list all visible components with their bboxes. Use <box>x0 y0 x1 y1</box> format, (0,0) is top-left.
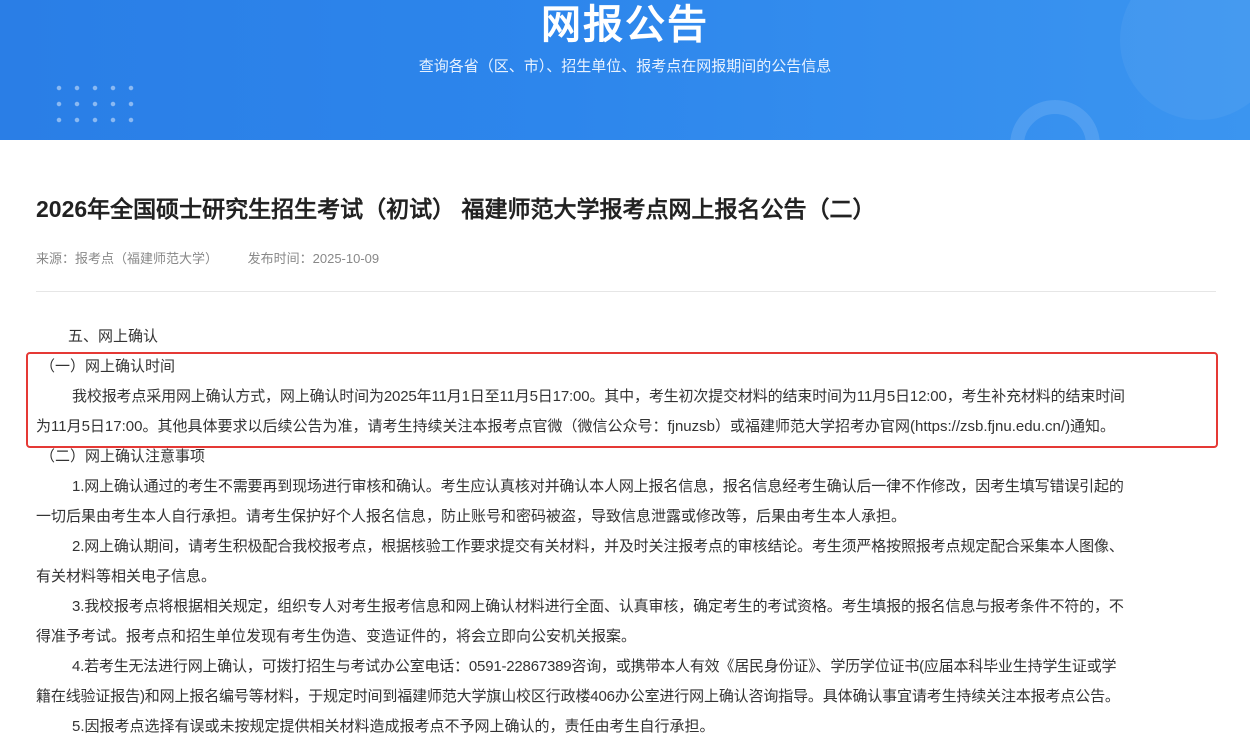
banner-title: 网报公告 <box>541 3 709 47</box>
paragraph-line: 1.网上确认通过的考生不需要再到现场进行审核和确认。考生应认真核对并确认本人网上… <box>72 478 1124 495</box>
article-meta: 来源：报考点（福建师范大学） 发布时间：2025-10-09 <box>36 250 405 268</box>
banner-ring-decoration <box>1010 100 1100 140</box>
section-heading: 五、网上确认 <box>68 328 159 345</box>
paragraph-line: 有关材料等相关电子信息。 <box>36 568 217 585</box>
paragraph-line: 3.我校报考点将根据相关规定，组织专人对考生报考信息和网上确认材料进行全面、认真… <box>72 598 1124 615</box>
paragraph-line: 4.若考生无法进行网上确认，可拨打招生与考试办公室电话：0591-2286738… <box>72 658 1117 675</box>
highlight-annotation-box <box>26 352 1218 448</box>
paragraph-line: 籍在线验证报告)和网上报名编号等材料，于规定时间到福建师范大学旗山校区行政楼40… <box>36 688 1120 705</box>
banner-subtitle: 查询各省（区、市）、招生单位、报考点在网报期间的公告信息 <box>418 58 832 75</box>
paragraph-line: 得准予考试。报考点和招生单位发现有考生伪造、变造证件的，将会立即向公安机关报案。 <box>36 628 637 645</box>
paragraph-line: 2.网上确认期间，请考生积极配合我校报考点，根据核验工作要求提交有关材料，并及时… <box>72 538 1124 555</box>
article-title: 2026年全国硕士研究生招生考试（初试） 福建师范大学报考点网上报名公告（二） <box>36 196 876 222</box>
header-banner: 网报公告 查询各省（区、市）、招生单位、报考点在网报期间的公告信息 <box>0 0 1250 140</box>
paragraph-line: 5.因报考点选择有误或未按规定提供相关材料造成报考点不予网上确认的，责任由考生自… <box>72 718 715 735</box>
divider <box>36 291 1216 292</box>
article-publish-time: 发布时间：2025-10-09 <box>247 251 380 266</box>
paragraph-line: 一切后果由考生本人自行承担。请考生保护好个人报名信息，防止账号和密码被盗，导致信… <box>36 508 907 525</box>
dot-pattern-decoration <box>50 80 140 128</box>
article-source: 来源：报考点（福建师范大学） <box>36 251 219 266</box>
